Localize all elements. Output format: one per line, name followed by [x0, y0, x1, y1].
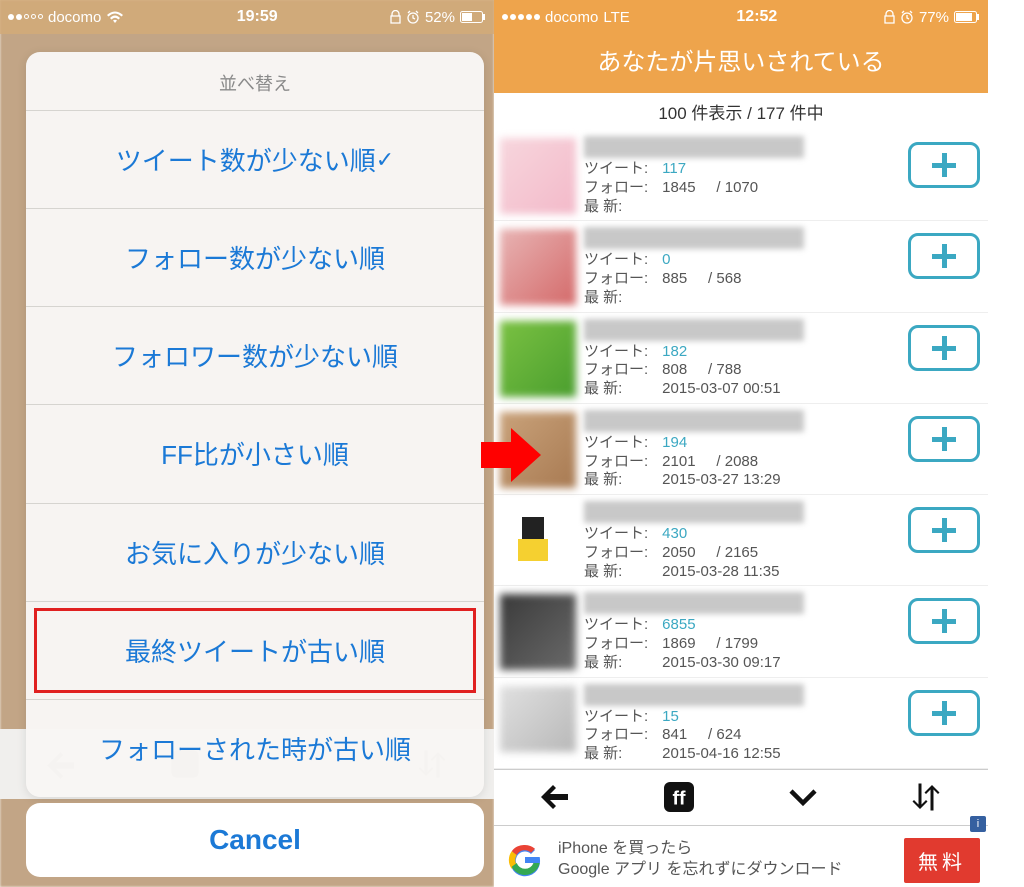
user-stats: ツイート: 0 フォロー: 885 / 568 最 新:: [584, 251, 908, 307]
back-button[interactable]: [536, 777, 576, 817]
user-stats: ツイート: 15 フォロー: 841 / 624 最 新: 2015-04-16…: [584, 708, 908, 764]
signal-dots-icon: [502, 14, 540, 20]
plus-icon: [932, 427, 956, 451]
username-redacted: [584, 410, 804, 432]
status-time: 19:59: [124, 8, 390, 26]
list-item[interactable]: ツイート: 6855 フォロー: 1869 / 1799 最 新: 2015-0…: [494, 586, 988, 677]
username-redacted: [584, 501, 804, 523]
sheet-title: 並べ替え: [26, 52, 484, 111]
ad-banner[interactable]: i iPhone を買ったら Google アプリ を忘れずにダウンロード 無料: [494, 825, 988, 887]
list-item[interactable]: ツイート: 430 フォロー: 2050 / 2165 最 新: 2015-03…: [494, 495, 988, 586]
add-button[interactable]: [908, 325, 980, 371]
add-button[interactable]: [908, 598, 980, 644]
plus-icon: [932, 153, 956, 177]
sort-option-follow-asc[interactable]: フォロー数が少ない順: [26, 209, 484, 307]
lock-icon: [390, 10, 401, 24]
list-item[interactable]: ツイート: 0 フォロー: 885 / 568 最 新:: [494, 221, 988, 312]
wifi-icon: [106, 10, 124, 24]
expand-button[interactable]: [783, 777, 823, 817]
username-redacted: [584, 592, 804, 614]
add-button[interactable]: [908, 233, 980, 279]
list-item[interactable]: ツイート: 117 フォロー: 1845 / 1070 最 新:: [494, 130, 988, 221]
transition-arrow-icon: [476, 420, 546, 490]
user-stats: ツイート: 182 フォロー: 808 / 788 最 新: 2015-03-0…: [584, 343, 908, 399]
plus-icon: [932, 518, 956, 542]
ad-info-icon[interactable]: i: [970, 816, 986, 832]
user-list: ツイート: 117 フォロー: 1845 / 1070 最 新: ツイート: 0…: [494, 130, 988, 769]
page-title: あなたが片思いされている: [494, 34, 988, 93]
username-redacted: [584, 319, 804, 341]
avatar: [500, 138, 576, 214]
sort-button[interactable]: [906, 777, 946, 817]
username-redacted: [584, 136, 804, 158]
battery-icon: [954, 11, 980, 23]
sort-option-followed-time-old[interactable]: フォローされた時が古い順: [26, 700, 484, 797]
signal-dots-icon: [8, 14, 43, 20]
user-stats: ツイート: 117 フォロー: 1845 / 1070 最 新:: [584, 160, 908, 216]
list-item[interactable]: ツイート: 182 フォロー: 808 / 788 最 新: 2015-03-0…: [494, 313, 988, 404]
battery-icon: [460, 11, 486, 23]
username-redacted: [584, 227, 804, 249]
list-item[interactable]: ツイート: 15 フォロー: 841 / 624 最 新: 2015-04-16…: [494, 678, 988, 769]
add-button[interactable]: [908, 690, 980, 736]
list-item[interactable]: ツイート: 194 フォロー: 2101 / 2088 最 新: 2015-03…: [494, 404, 988, 495]
status-time: 12:52: [630, 8, 884, 26]
alarm-icon: [900, 10, 914, 24]
sort-option-favorites-asc[interactable]: お気に入りが少ない順: [26, 504, 484, 602]
network-label: LTE: [603, 9, 629, 26]
plus-icon: [932, 336, 956, 360]
google-icon: [502, 837, 548, 883]
ad-install-button[interactable]: 無料: [904, 838, 980, 883]
avatar: [500, 229, 576, 305]
battery-percent: 52%: [425, 9, 455, 26]
add-button[interactable]: [908, 507, 980, 553]
avatar: [500, 594, 576, 670]
result-count: 100 件表示 / 177 件中: [494, 93, 988, 130]
carrier-label: docomo: [48, 9, 101, 26]
battery-percent: 77%: [919, 9, 949, 26]
sort-action-sheet: 並べ替え ツイート数が少ない順 フォロー数が少ない順 フォロワー数が少ない順 F…: [26, 52, 484, 797]
add-button[interactable]: [908, 416, 980, 462]
carrier-label: docomo: [545, 9, 598, 26]
user-stats: ツイート: 194 フォロー: 2101 / 2088 最 新: 2015-03…: [584, 434, 908, 490]
sort-option-follower-asc[interactable]: フォロワー数が少ない順: [26, 307, 484, 405]
bottom-toolbar: ff: [494, 769, 988, 825]
ad-text: iPhone を買ったら Google アプリ を忘れずにダウンロード: [558, 839, 904, 881]
avatar: [500, 503, 576, 579]
cancel-button[interactable]: Cancel: [26, 803, 484, 877]
username-redacted: [584, 684, 804, 706]
alarm-icon: [406, 10, 420, 24]
add-button[interactable]: [908, 142, 980, 188]
avatar: [500, 686, 576, 752]
svg-text:ff: ff: [673, 788, 686, 810]
plus-icon: [932, 244, 956, 268]
plus-icon: [932, 609, 956, 633]
avatar: [500, 321, 576, 397]
lock-icon: [884, 10, 895, 24]
sort-option-tweets-asc[interactable]: ツイート数が少ない順: [26, 111, 484, 209]
user-stats: ツイート: 430 フォロー: 2050 / 2165 最 新: 2015-03…: [584, 525, 908, 581]
plus-icon: [932, 701, 956, 725]
sort-option-ff-ratio[interactable]: FF比が小さい順: [26, 405, 484, 503]
app-icon-button[interactable]: ff: [659, 777, 699, 817]
sort-option-last-tweet-old[interactable]: 最終ツイートが古い順: [26, 602, 484, 700]
user-stats: ツイート: 6855 フォロー: 1869 / 1799 最 新: 2015-0…: [584, 616, 908, 672]
